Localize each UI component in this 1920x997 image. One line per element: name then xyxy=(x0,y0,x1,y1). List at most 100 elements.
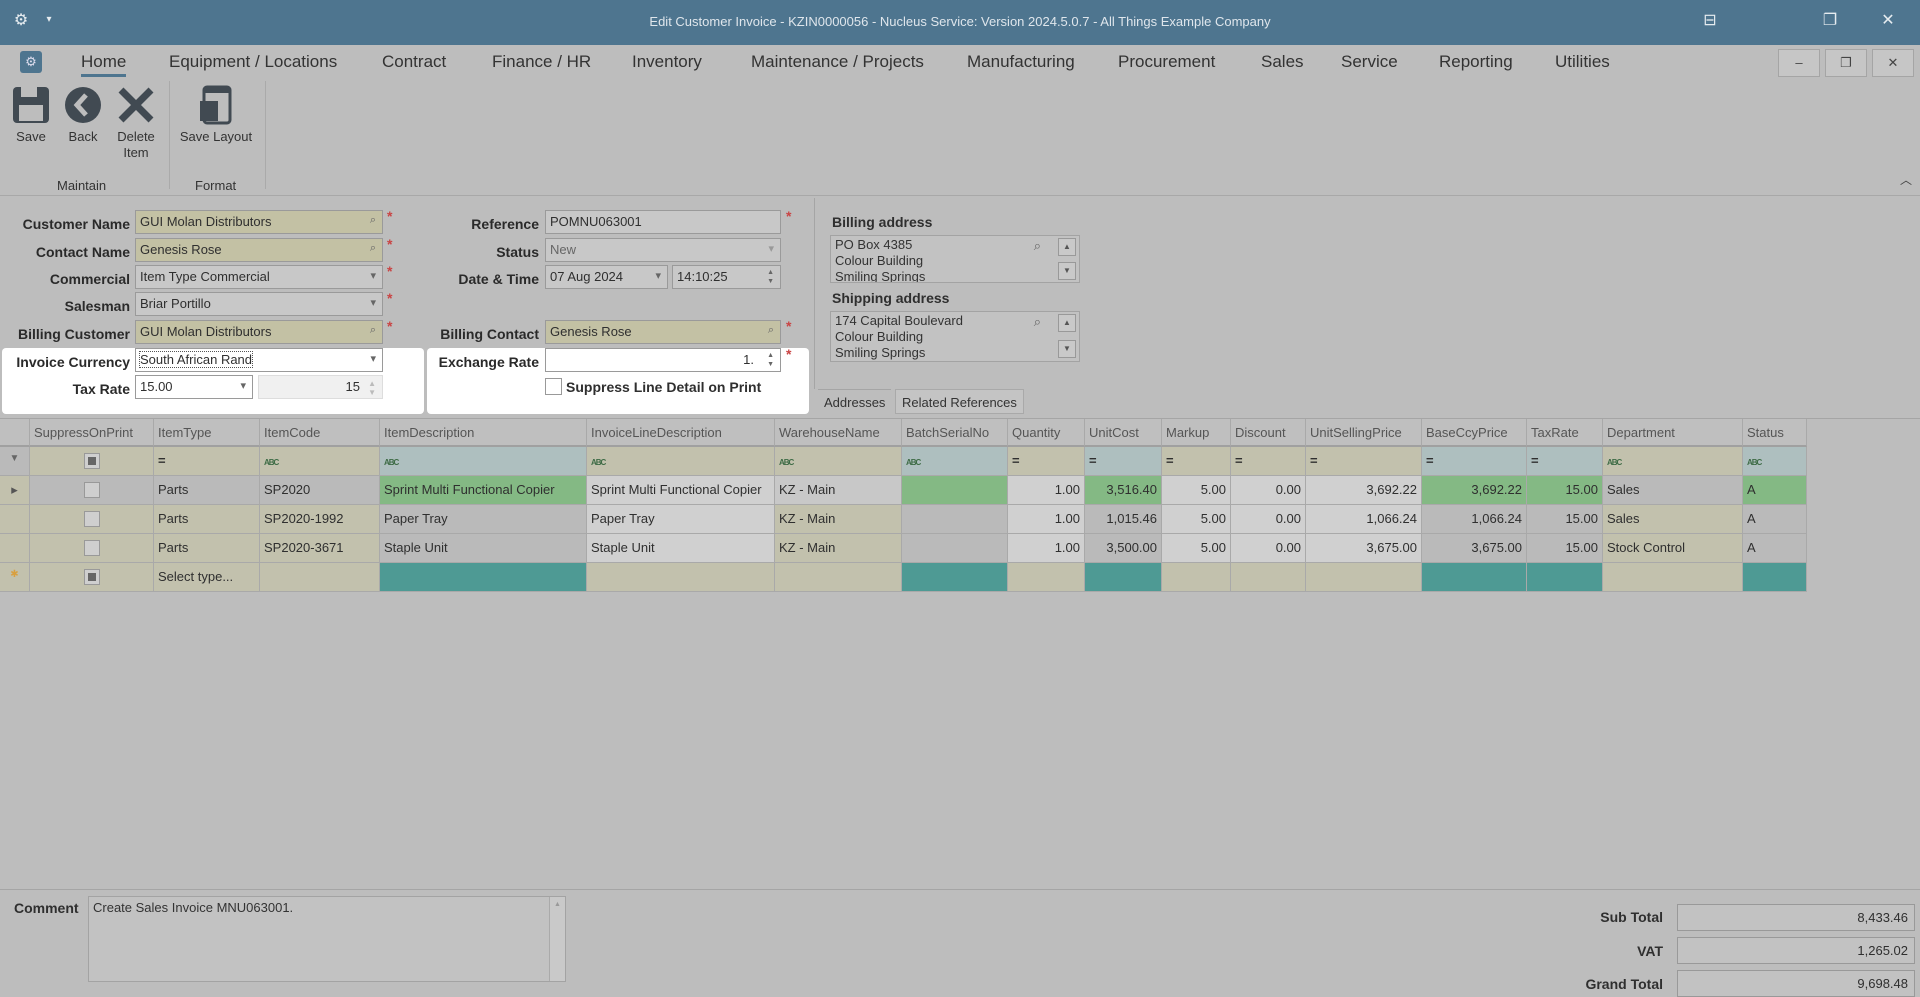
tab-manufacturing[interactable]: Manufacturing xyxy=(967,52,1075,72)
filter-cell[interactable]: ABC xyxy=(587,447,775,476)
column-header[interactable]: BatchSerialNo xyxy=(902,419,1008,447)
billing-customer-field[interactable]: GUI Molan Distributors ⌕ xyxy=(135,320,383,344)
table-cell[interactable]: Parts xyxy=(154,476,260,505)
table-cell[interactable]: KZ - Main xyxy=(775,505,902,534)
new-row-cell[interactable] xyxy=(1162,563,1231,592)
column-header[interactable]: TaxRate xyxy=(1527,419,1603,447)
scroll-up-icon[interactable]: ▲ xyxy=(1058,238,1076,256)
restore-window-button[interactable]: ❐ xyxy=(1815,10,1845,30)
table-cell[interactable]: Sprint Multi Functional Copier xyxy=(587,476,775,505)
mdi-restore-button[interactable]: ❐ xyxy=(1825,49,1867,77)
column-header[interactable]: Status xyxy=(1743,419,1807,447)
mdi-minimize-button[interactable]: – xyxy=(1778,49,1820,77)
table-cell[interactable]: 3,675.00 xyxy=(1422,534,1527,563)
table-cell[interactable]: 0.00 xyxy=(1231,534,1306,563)
table-cell[interactable]: 1.00 xyxy=(1008,476,1085,505)
comment-scrollbar[interactable]: ▲▼ xyxy=(549,897,565,981)
filter-cell[interactable]: = xyxy=(1162,447,1231,476)
tab-service[interactable]: Service xyxy=(1341,52,1398,72)
table-cell[interactable] xyxy=(902,534,1008,563)
filter-cell[interactable]: = xyxy=(1085,447,1162,476)
table-cell[interactable]: A xyxy=(1743,505,1807,534)
table-cell[interactable]: 0.00 xyxy=(1231,476,1306,505)
tab-addresses[interactable]: Addresses xyxy=(818,389,892,414)
filter-cell[interactable]: = xyxy=(1008,447,1085,476)
billing-address-field[interactable]: PO Box 4385 Colour Building Smiling Spring… xyxy=(830,235,1080,283)
new-row-cell[interactable] xyxy=(1422,563,1527,592)
new-row-cell[interactable] xyxy=(1603,563,1743,592)
table-cell[interactable]: 15.00 xyxy=(1527,505,1603,534)
column-header[interactable]: Department xyxy=(1603,419,1743,447)
table-cell[interactable]: 3,692.22 xyxy=(1422,476,1527,505)
new-row-cell[interactable] xyxy=(380,563,587,592)
table-cell[interactable]: 5.00 xyxy=(1162,534,1231,563)
new-row-cell[interactable] xyxy=(1306,563,1422,592)
table-cell[interactable]: 1.00 xyxy=(1008,534,1085,563)
close-window-button[interactable]: ✕ xyxy=(1873,10,1903,30)
table-cell[interactable]: 0.00 xyxy=(1231,505,1306,534)
table-cell[interactable]: 3,675.00 xyxy=(1306,534,1422,563)
table-cell[interactable]: Paper Tray xyxy=(587,505,775,534)
table-cell[interactable]: 3,516.40 xyxy=(1085,476,1162,505)
table-cell[interactable]: KZ - Main xyxy=(775,476,902,505)
column-header[interactable]: BaseCcyPrice xyxy=(1422,419,1527,447)
table-cell[interactable]: Sales xyxy=(1603,476,1743,505)
table-cell[interactable]: KZ - Main xyxy=(775,534,902,563)
table-cell[interactable]: Parts xyxy=(154,505,260,534)
filter-cell[interactable]: = xyxy=(1306,447,1422,476)
filter-cell[interactable]: ABC xyxy=(902,447,1008,476)
new-row-cell[interactable] xyxy=(1231,563,1306,592)
app-logo-icon[interactable]: ⚙ xyxy=(20,51,42,73)
filter-cell[interactable]: ABC xyxy=(260,447,380,476)
table-cell[interactable]: Stock Control xyxy=(1603,534,1743,563)
table-cell[interactable]: Staple Unit xyxy=(380,534,587,563)
table-cell[interactable] xyxy=(30,476,154,505)
table-cell[interactable]: A xyxy=(1743,476,1807,505)
table-cell[interactable]: 3,692.22 xyxy=(1306,476,1422,505)
column-header[interactable]: UnitCost xyxy=(1085,419,1162,447)
table-cell[interactable]: Sales xyxy=(1603,505,1743,534)
table-cell[interactable]: 1.00 xyxy=(1008,505,1085,534)
tab-sales[interactable]: Sales xyxy=(1261,52,1304,72)
filter-cell[interactable]: = xyxy=(154,447,260,476)
table-cell[interactable]: A xyxy=(1743,534,1807,563)
column-header[interactable]: Quantity xyxy=(1008,419,1085,447)
column-header[interactable]: InvoiceLineDescription xyxy=(587,419,775,447)
delete-item-button[interactable]: Delete Item xyxy=(114,85,158,161)
column-header[interactable]: ItemType xyxy=(154,419,260,447)
column-header[interactable]: Markup xyxy=(1162,419,1231,447)
table-cell[interactable] xyxy=(30,534,154,563)
tab-maintenance-projects[interactable]: Maintenance / Projects xyxy=(751,52,924,72)
new-row-checkbox[interactable] xyxy=(83,568,100,585)
filter-cell[interactable]: = xyxy=(1422,447,1527,476)
customer-name-field[interactable]: GUI Molan Distributors ⌕ xyxy=(135,210,383,234)
date-picker[interactable]: 07 Aug 2024 ▾ xyxy=(545,265,668,289)
new-row-cell[interactable] xyxy=(1743,563,1807,592)
new-row-cell[interactable] xyxy=(1527,563,1603,592)
tab-contract[interactable]: Contract xyxy=(382,52,446,72)
new-row-cell[interactable] xyxy=(587,563,775,592)
back-button[interactable]: Back xyxy=(62,85,104,145)
table-cell[interactable]: 15.00 xyxy=(1527,534,1603,563)
new-row-cell[interactable] xyxy=(30,563,154,592)
table-cell[interactable]: 3,500.00 xyxy=(1085,534,1162,563)
column-header[interactable]: SuppressOnPrint xyxy=(30,419,154,447)
table-cell[interactable]: SP2020-1992 xyxy=(260,505,380,534)
commercial-select[interactable]: Item Type Commercial ▾ xyxy=(135,265,383,289)
suppress-line-detail-checkbox[interactable] xyxy=(545,378,562,395)
shipping-address-field[interactable]: 174 Capital Boulevard Colour Building Smil… xyxy=(830,311,1080,362)
filter-cell[interactable]: ABC xyxy=(380,447,587,476)
salesman-select[interactable]: Briar Portillo ▾ xyxy=(135,292,383,316)
tab-equipment-locations[interactable]: Equipment / Locations xyxy=(169,52,337,72)
column-header[interactable]: WarehouseName xyxy=(775,419,902,447)
table-cell[interactable]: 1,066.24 xyxy=(1422,505,1527,534)
table-cell[interactable]: SP2020-3671 xyxy=(260,534,380,563)
search-icon[interactable]: ⌕ xyxy=(1034,238,1041,254)
table-cell[interactable]: 1,015.46 xyxy=(1085,505,1162,534)
tab-related-references[interactable]: Related References xyxy=(895,389,1024,414)
table-cell[interactable]: 15.00 xyxy=(1527,476,1603,505)
tab-home[interactable]: Home xyxy=(81,52,127,77)
new-row-cell[interactable] xyxy=(1085,563,1162,592)
suppress-on-print-checkbox[interactable] xyxy=(83,510,100,527)
new-row-cell[interactable]: Select type... xyxy=(154,563,260,592)
